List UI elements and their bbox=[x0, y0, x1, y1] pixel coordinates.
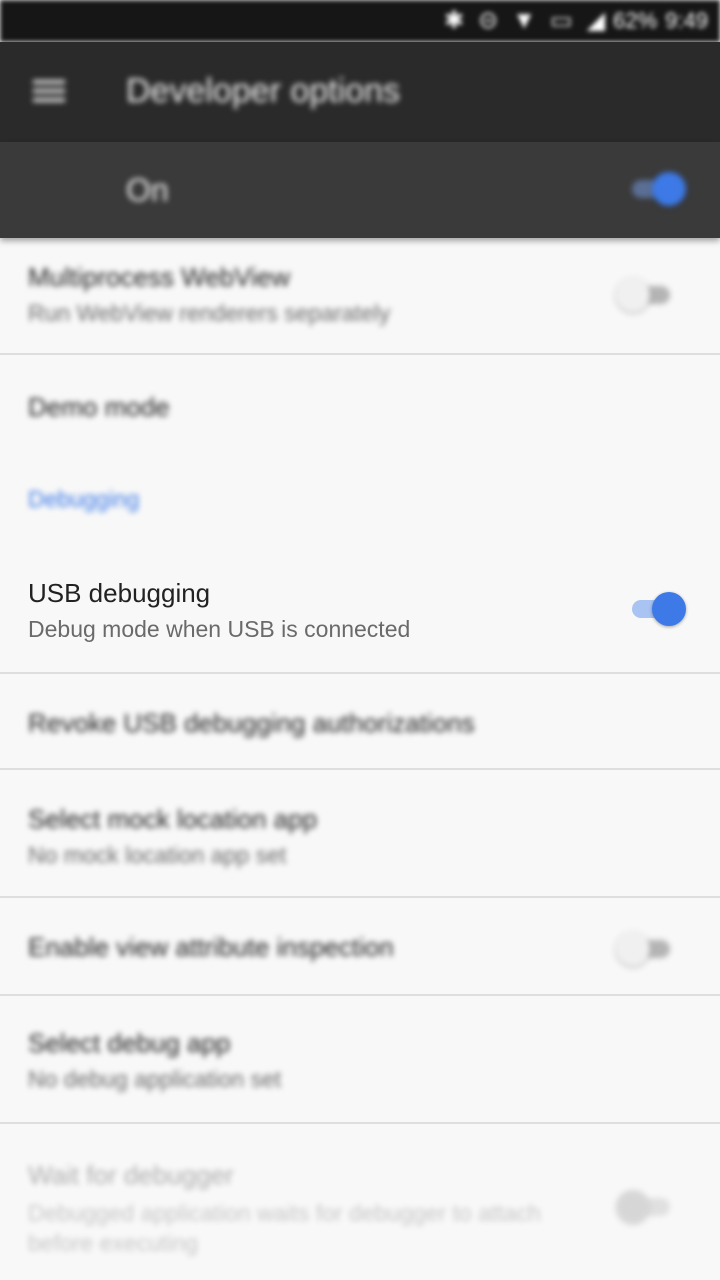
battery-percent: 62% bbox=[613, 8, 658, 33]
master-switch-label: On bbox=[126, 172, 169, 208]
setting-title: Enable view attribute inspection bbox=[28, 932, 394, 962]
do-not-disturb-icon: ⊝ bbox=[478, 7, 499, 34]
signal-icon: ◢ bbox=[586, 7, 606, 34]
bluetooth-icon: ✱ bbox=[443, 7, 465, 34]
master-toggle-switch[interactable] bbox=[628, 168, 688, 208]
setting-title: Revoke USB debugging authorizations bbox=[28, 708, 475, 738]
setting-revoke-usb-authorizations[interactable]: Revoke USB debugging authorizations bbox=[0, 674, 720, 770]
setting-usb-debugging[interactable]: USB debugging Debug mode when USB is con… bbox=[0, 550, 720, 674]
view-attribute-inspection-toggle[interactable] bbox=[616, 928, 676, 968]
setting-title: Select mock location app bbox=[28, 804, 318, 834]
master-switch-bar[interactable]: On bbox=[0, 142, 720, 238]
clock: 9:49 bbox=[665, 8, 708, 33]
usb-debugging-toggle[interactable] bbox=[628, 588, 688, 628]
setting-title: Multiprocess WebView bbox=[28, 262, 291, 292]
wifi-icon: ▼ bbox=[512, 7, 536, 34]
setting-summary: Debugged application waits for debugger … bbox=[28, 1200, 541, 1256]
setting-view-attribute-inspection[interactable]: Enable view attribute inspection bbox=[0, 898, 720, 996]
setting-multiprocess-webview[interactable]: Multiprocess WebView Run WebView rendere… bbox=[0, 238, 720, 355]
setting-summary: No mock location app set bbox=[28, 842, 287, 868]
multiprocess-webview-toggle[interactable] bbox=[616, 274, 676, 314]
status-bar: ✱ ⊝ ▼ ▭ ◢ 62% 9:49 bbox=[0, 0, 720, 42]
setting-title: USB debugging bbox=[28, 578, 211, 608]
setting-select-debug-app[interactable]: Select debug app No debug application se… bbox=[0, 996, 720, 1124]
setting-title: Demo mode bbox=[28, 392, 170, 422]
setting-wait-for-debugger: Wait for debugger Debugged application w… bbox=[0, 1124, 720, 1280]
wait-for-debugger-toggle bbox=[616, 1186, 676, 1226]
section-header-debugging: Debugging bbox=[28, 486, 140, 512]
setting-title: Wait for debugger bbox=[28, 1160, 234, 1190]
app-toolbar: Developer options bbox=[0, 42, 720, 142]
setting-summary: No debug application set bbox=[28, 1066, 282, 1092]
lte-icon: ▭ bbox=[549, 7, 573, 34]
setting-summary: Debug mode when USB is connected bbox=[28, 616, 411, 642]
setting-title: Select debug app bbox=[28, 1028, 231, 1058]
setting-mock-location-app[interactable]: Select mock location app No mock locatio… bbox=[0, 770, 720, 898]
setting-demo-mode[interactable]: Demo mode bbox=[0, 355, 720, 455]
setting-summary: Run WebView renderers separately bbox=[28, 300, 391, 326]
page-title: Developer options bbox=[126, 72, 401, 110]
menu-icon[interactable] bbox=[33, 80, 65, 104]
